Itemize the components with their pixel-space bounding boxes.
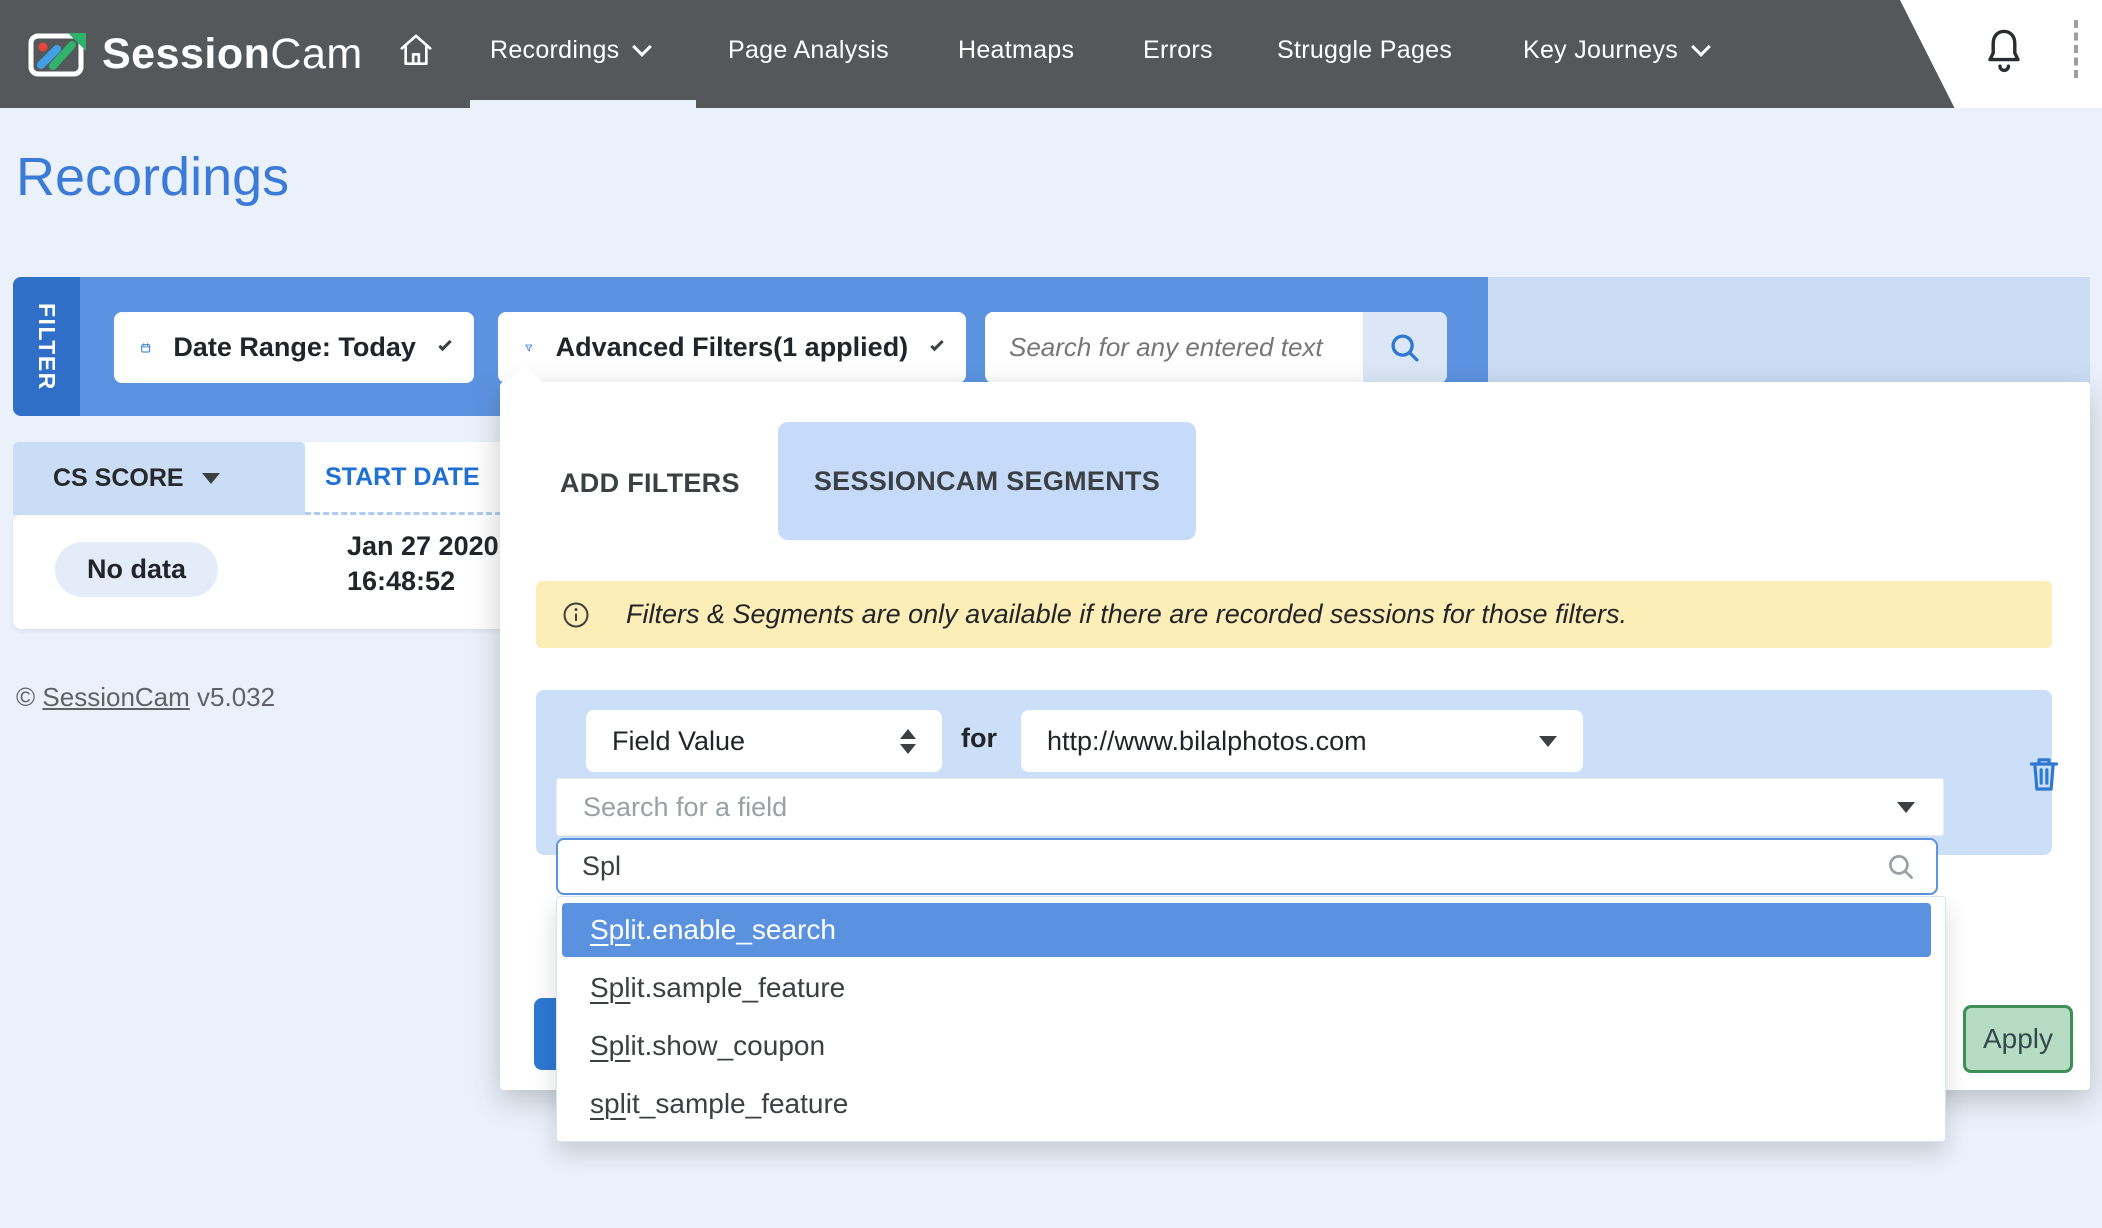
- chevron-down-icon: [438, 338, 452, 352]
- site-value: http://www.bilalphotos.com: [1047, 726, 1367, 757]
- field-type-select[interactable]: Field Value: [586, 710, 942, 772]
- search-button[interactable]: [1363, 312, 1447, 383]
- logo-text: SessionCam: [102, 30, 363, 79]
- delete-filter-button[interactable]: [2024, 750, 2064, 798]
- filter-tab-label: FILTER: [33, 303, 60, 391]
- sort-descending-icon: [202, 473, 220, 484]
- nav-item-label: Recordings: [490, 36, 619, 65]
- version-label: v5.032: [190, 682, 275, 712]
- nav-item-label: Errors: [1143, 36, 1213, 65]
- option-split-sample-feature[interactable]: Split.sample_feature: [562, 961, 1931, 1015]
- nav-item-errors[interactable]: Errors: [1143, 0, 1213, 100]
- info-banner-text: Filters & Segments are only available if…: [626, 599, 1627, 630]
- vertical-dots-menu-icon[interactable]: [2074, 20, 2078, 78]
- select-spinner-icon: [900, 729, 916, 754]
- option-split-sample-feature-lower[interactable]: split_sample_feature: [562, 1077, 1931, 1131]
- info-banner: Filters & Segments are only available if…: [536, 581, 2052, 648]
- nav-item-label: Key Journeys: [1523, 36, 1678, 65]
- nav-item-label: Struggle Pages: [1277, 36, 1452, 65]
- field-options-dropdown: Split.enable_search Split.sample_feature…: [556, 896, 1946, 1142]
- start-date-header-label: START DATE: [325, 463, 480, 492]
- field-type-value: Field Value: [612, 726, 745, 757]
- chevron-down-icon: [1691, 37, 1711, 57]
- tab-sessioncam-segments[interactable]: SESSIONCAM SEGMENTS: [778, 422, 1196, 540]
- tab-label: ADD FILTERS: [560, 468, 740, 499]
- dropdown-arrow-icon: [1897, 802, 1915, 813]
- advanced-filters-button[interactable]: Advanced Filters(1 applied): [498, 312, 966, 383]
- tab-label: SESSIONCAM SEGMENTS: [814, 466, 1160, 497]
- dropdown-arrow-icon: [1539, 736, 1557, 747]
- nav-item-recordings[interactable]: Recordings: [490, 0, 649, 100]
- option-split-show-coupon[interactable]: Split.show_coupon: [562, 1019, 1931, 1073]
- date-range-label: Date Range: Today: [173, 332, 416, 363]
- filter-funnel-icon: [524, 331, 534, 365]
- nav-item-heatmaps[interactable]: Heatmaps: [958, 0, 1074, 100]
- page-title: Recordings: [16, 146, 289, 208]
- tab-add-filters[interactable]: ADD FILTERS: [560, 448, 740, 518]
- active-tab-indicator: [470, 100, 696, 108]
- for-label: for: [961, 723, 997, 754]
- search-icon: [1884, 850, 1918, 884]
- info-icon: [560, 599, 592, 631]
- top-navbar: SessionCam Recordings Page Analysis Heat…: [0, 0, 2102, 108]
- nav-item-label: Heatmaps: [958, 36, 1074, 65]
- site-select[interactable]: http://www.bilalphotos.com: [1021, 710, 1583, 772]
- search-icon: [1386, 329, 1424, 367]
- column-header-cs-score[interactable]: CS SCORE: [13, 442, 305, 515]
- chevron-down-icon: [633, 37, 653, 57]
- chevron-down-icon: [930, 338, 943, 351]
- apply-button-label: Apply: [1983, 1023, 2053, 1055]
- nav-item-key-journeys[interactable]: Key Journeys: [1523, 0, 1708, 100]
- advanced-filters-label: Advanced Filters(1 applied): [556, 332, 909, 363]
- filter-side-tab[interactable]: FILTER: [13, 277, 80, 416]
- cs-score-badge: No data: [55, 542, 218, 597]
- copyright-symbol: ©: [16, 682, 35, 712]
- footer-sessioncam-link[interactable]: SessionCam: [42, 682, 189, 712]
- cs-score-header-label: CS SCORE: [53, 464, 184, 493]
- nav-item-struggle-pages[interactable]: Struggle Pages: [1277, 0, 1452, 100]
- apply-button[interactable]: Apply: [1963, 1005, 2073, 1073]
- start-date-value: Jan 27 2020, 16:48:52: [347, 529, 506, 599]
- home-icon: [396, 30, 436, 70]
- nav-home[interactable]: [396, 0, 436, 100]
- trash-icon: [2024, 750, 2064, 798]
- session-search-input[interactable]: [985, 312, 1363, 383]
- field-search-box: [556, 838, 1938, 895]
- calendar-icon: [140, 330, 151, 366]
- session-search: [985, 312, 1447, 383]
- field-select[interactable]: Search for a field: [556, 778, 1944, 836]
- nav-item-label: Page Analysis: [728, 36, 889, 65]
- sessioncam-logo-icon: [28, 29, 88, 79]
- footer: © SessionCam v5.032: [16, 682, 275, 713]
- field-select-placeholder: Search for a field: [583, 792, 787, 823]
- navbar-corner: [1900, 0, 2102, 108]
- sessioncam-logo[interactable]: SessionCam: [28, 0, 363, 108]
- option-split-enable-search[interactable]: Split.enable_search: [562, 903, 1931, 957]
- nav-item-page-analysis[interactable]: Page Analysis: [728, 0, 889, 100]
- date-range-button[interactable]: Date Range: Today: [114, 312, 474, 383]
- field-search-input[interactable]: [558, 851, 1884, 882]
- notification-bell-icon: [1980, 24, 2028, 78]
- notifications-button[interactable]: [1980, 24, 2028, 80]
